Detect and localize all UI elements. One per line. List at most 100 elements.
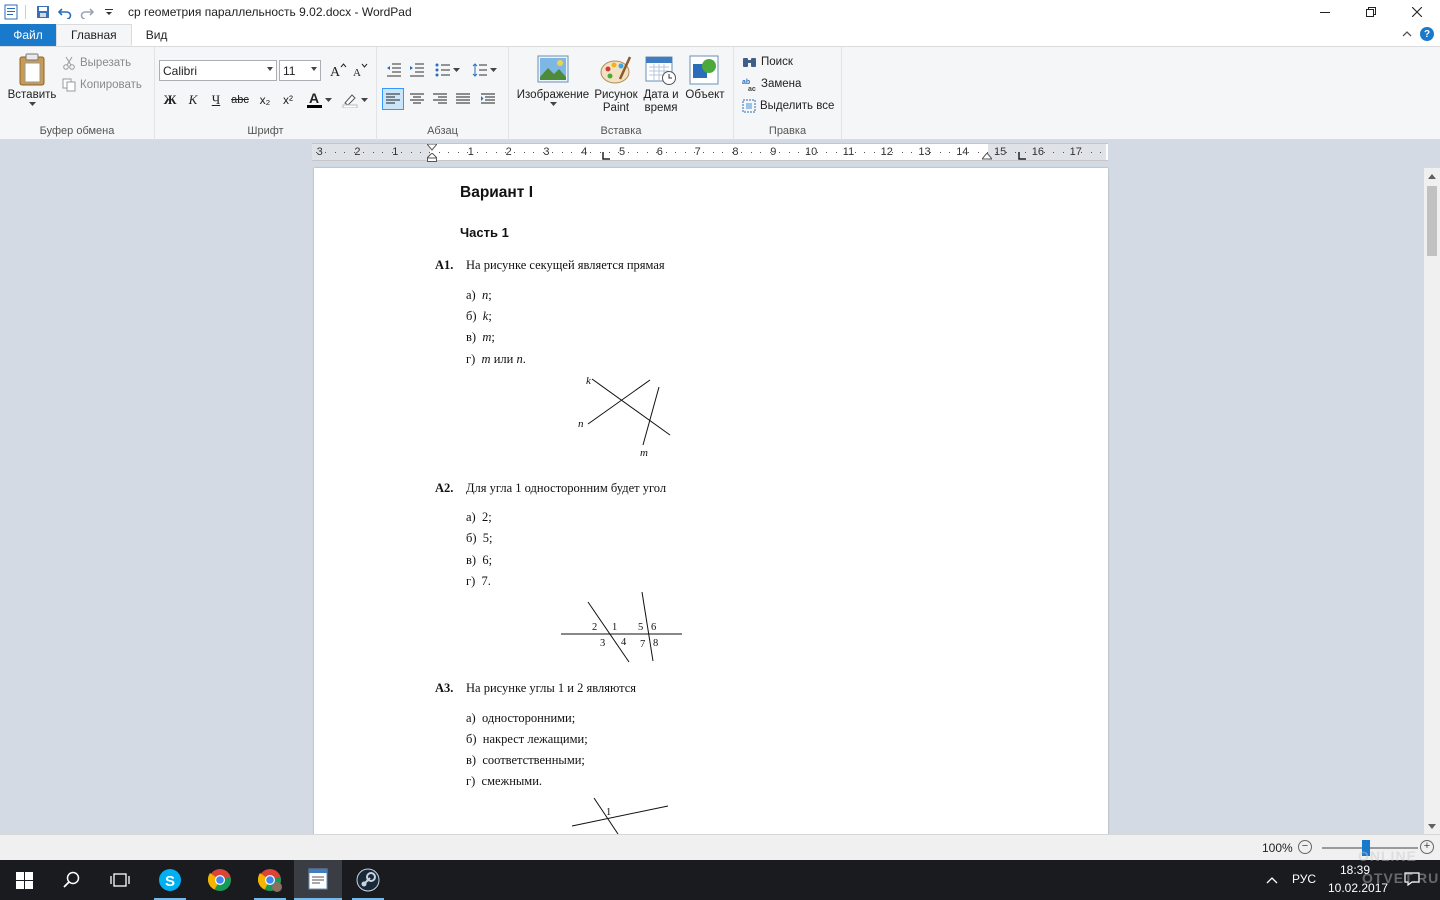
tab-view[interactable]: Вид [132,24,182,46]
taskbar-chrome-profile[interactable] [246,860,294,900]
taskbar-wordpad[interactable] [294,860,342,900]
strikethrough-button[interactable]: abc [229,89,251,111]
ruler-tick [637,152,639,153]
title-bar: ср геометрия параллельность 9.02.docx - … [0,0,1440,24]
date-time-button[interactable]: Дата и время [639,55,683,115]
ruler-number: 2 [505,146,512,158]
wordpad-app-icon[interactable] [3,4,19,20]
select-all-button[interactable]: Выделить все [742,96,834,116]
text-color-button[interactable]: A [303,89,335,111]
scroll-up-icon[interactable] [1424,168,1440,184]
collapse-ribbon-icon[interactable] [1402,27,1412,41]
taskbar-steam[interactable] [344,860,392,900]
ruler-tick [1043,152,1045,153]
copy-button[interactable]: Копировать [62,75,142,95]
font-family-select[interactable]: Calibri [159,60,277,81]
task-view-icon [110,873,130,887]
paragraph-settings-button[interactable] [477,88,499,110]
search-button[interactable] [48,860,96,900]
zoom-out-icon[interactable]: − [1298,840,1312,854]
align-right-button[interactable] [429,88,451,110]
option-text: 7. [481,574,491,588]
angle-label-3: 3 [600,638,605,649]
document-workspace[interactable]: 3 2 1 1 2 3 4 5 6 7 8 9 10 11 12 13 14 15 16 17 Вариант I Ч… [0,140,1424,834]
scroll-down-icon[interactable] [1424,818,1440,834]
ruler-tick [1024,152,1026,153]
superscript-button[interactable]: x² [277,89,299,111]
paste-icon [19,53,45,86]
underline-button[interactable]: Ч [205,89,227,111]
grow-font-icon: A [330,63,347,78]
taskbar-chrome[interactable] [196,860,244,900]
first-line-indent-marker[interactable] [427,144,437,151]
paint-drawing-button[interactable]: Рисунок Paint [593,55,639,115]
find-button[interactable]: Поиск [742,52,793,72]
close-button[interactable] [1394,0,1440,24]
tab-stop-marker-2[interactable] [1018,152,1026,160]
ruler-tick [986,152,988,153]
replace-button[interactable]: ab ac Замена [742,74,801,94]
shrink-font-button[interactable]: A [349,59,371,81]
question-2-label: А2. [435,481,454,495]
text-color-glyph: A [308,90,320,106]
font-size-select[interactable]: 11 [279,60,321,81]
insert-group-label: Вставка [600,125,642,137]
minimize-button[interactable] [1302,0,1348,24]
vertical-scrollbar[interactable] [1424,168,1440,834]
input-language[interactable]: РУС [1292,872,1316,886]
line-spacing-button[interactable] [469,59,499,81]
align-left-button[interactable] [382,88,404,110]
grow-font-button[interactable]: A [327,59,349,81]
ruler-tick [760,152,762,153]
right-indent-marker[interactable] [982,153,992,160]
scrollbar-thumb[interactable] [1427,186,1437,256]
skype-icon: S [159,869,181,891]
option-punct: ; [488,288,492,302]
align-center-button[interactable] [406,88,428,110]
ruler-tick [807,152,809,153]
left-indent-marker[interactable] [427,153,437,162]
subscript-button[interactable]: x₂ [254,89,276,111]
restore-button[interactable] [1348,0,1394,24]
ruler-tick [476,152,478,153]
bullets-button[interactable] [432,59,462,81]
italic-button[interactable]: К [182,89,204,111]
paste-button[interactable]: Вставить [6,53,58,107]
ruler-tick [911,152,913,153]
question-1-text: На рисунке секущей является прямая [466,258,665,272]
tab-file[interactable]: Файл [0,24,56,46]
cut-button[interactable]: Вырезать [62,53,131,73]
redo-icon[interactable] [76,2,98,22]
q1-option-c: в) m; [466,330,495,345]
q3-option-a: а) односторонними; [466,711,575,726]
save-icon[interactable] [32,2,54,22]
ruler-tick [1090,152,1092,153]
horizontal-ruler[interactable]: 3 2 1 1 2 3 4 5 6 7 8 9 10 11 12 13 14 15 16 17 [312,143,1108,162]
task-view-button[interactable] [96,860,144,900]
start-button[interactable] [0,860,48,900]
bold-button[interactable]: Ж [159,89,181,111]
ruler-tick [571,152,573,153]
font-group-label: Шрифт [247,125,284,137]
increase-indent-button[interactable] [406,59,428,81]
highlight-color-button[interactable] [339,89,371,111]
decrease-indent-button[interactable] [383,59,405,81]
tab-home[interactable]: Главная [56,24,132,46]
customize-quick-access-icon[interactable] [98,2,120,22]
justify-icon [456,93,470,104]
taskbar-skype[interactable]: S [146,860,194,900]
zoom-in-icon[interactable]: + [1420,840,1434,854]
document-page[interactable]: Вариант I Часть 1 А1. На рисунке секущей… [314,168,1108,834]
ruler-number: 4 [581,146,588,158]
insert-object-button[interactable]: Объект [683,55,727,102]
tray-expand-icon[interactable] [1266,873,1278,887]
ruler-number: 1 [467,146,474,158]
justify-button[interactable] [452,88,474,110]
option-text: соответственными; [482,753,585,767]
undo-icon[interactable] [54,2,76,22]
tab-stop-marker-1[interactable] [602,152,610,160]
question-3-text: На рисунке углы 1 и 2 являются [466,681,637,695]
insert-image-button[interactable]: Изображение [513,55,593,107]
zoom-level: 100% [1262,841,1293,855]
help-icon[interactable]: ? [1420,27,1434,41]
